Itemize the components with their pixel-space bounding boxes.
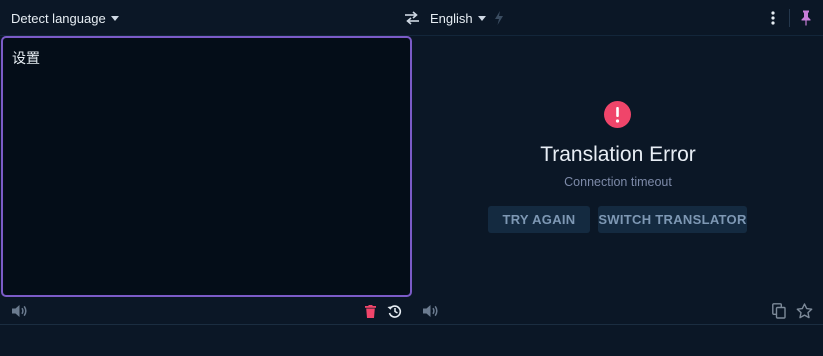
try-again-button[interactable]: TRY AGAIN (488, 206, 590, 233)
listen-translation-button[interactable] (421, 303, 439, 319)
source-language-label: Detect language (11, 10, 106, 26)
switch-translator-button[interactable]: SWITCH TRANSLATOR (598, 206, 747, 233)
speaker-icon (422, 305, 438, 317)
bottom-action-bar (0, 298, 823, 325)
error-message: Connection timeout (564, 175, 672, 189)
bolt-icon (495, 11, 503, 25)
toolbar-divider (789, 9, 790, 27)
pin-icon (801, 10, 811, 26)
chevron-down-icon (110, 16, 119, 21)
source-text: 设置 (12, 51, 40, 67)
listen-source-button[interactable] (10, 303, 28, 319)
chevron-down-icon (477, 16, 486, 21)
toolbar: Detect language English (0, 0, 823, 36)
favorite-button[interactable] (795, 302, 813, 320)
copy-icon (772, 303, 786, 319)
error-title: Translation Error (540, 143, 696, 166)
more-vertical-icon (771, 11, 775, 25)
history-icon (387, 305, 402, 318)
translation-error-panel: Translation Error Connection timeout TRY… (413, 36, 823, 298)
source-language-select[interactable]: Detect language (11, 0, 119, 36)
footer-strip (0, 326, 823, 356)
star-icon (796, 303, 812, 319)
instant-translate-toggle[interactable] (493, 10, 505, 26)
source-text-input[interactable]: 设置 (1, 36, 412, 297)
swap-arrows-icon (405, 11, 419, 25)
target-language-select[interactable]: English (430, 0, 486, 36)
copy-translation-button[interactable] (771, 302, 787, 320)
exclamation-circle-icon (604, 101, 631, 128)
speaker-icon (11, 305, 27, 317)
delete-icon (364, 304, 376, 318)
history-button[interactable] (386, 303, 403, 319)
translator-window: Detect language English 设置 Translation E… (0, 0, 823, 356)
target-language-label: English (430, 10, 473, 26)
swap-languages-button[interactable] (403, 9, 421, 27)
pin-window-button[interactable] (797, 8, 815, 28)
clear-text-button[interactable] (364, 303, 376, 319)
more-options-button[interactable] (765, 9, 781, 27)
